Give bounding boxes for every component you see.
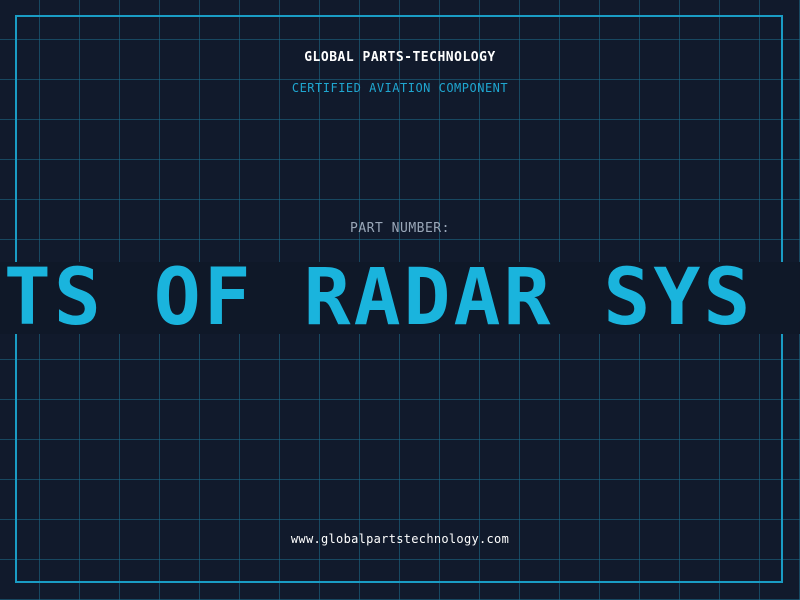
part-number-banner: MENTS OF RADAR SYS [0,262,800,334]
certification-subtitle: CERTIFIED AVIATION COMPONENT [291,81,509,95]
part-number-value: MENTS OF RADAR SYS [0,262,754,334]
company-name: GLOBAL PARTS-TECHNOLOGY [304,50,496,65]
website-url[interactable]: www.globalpartstechnology.com [0,532,800,546]
part-number-label: PART NUMBER: [350,221,450,236]
